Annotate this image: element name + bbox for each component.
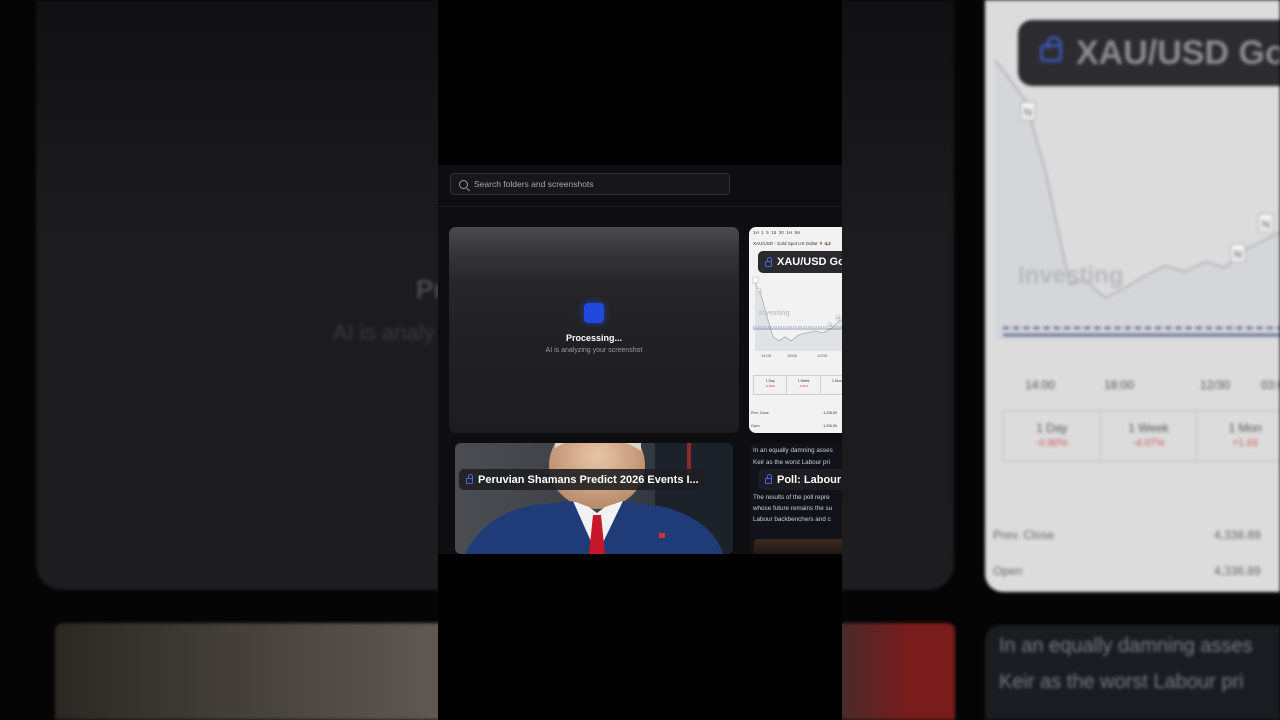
bg-text-line: In an equally damning asses [999, 635, 1253, 657]
bg-period-cell: 1 Day -0.90% [1004, 411, 1101, 461]
bg-period-cell: 1 Week -4.07% [1101, 411, 1198, 461]
bg-prev-close-label: Prev. Close [993, 528, 1055, 542]
processing-card[interactable]: Processing... AI is analyzing your scree… [449, 227, 739, 433]
bg-lock-icon [1040, 36, 1062, 62]
bg-dashed-line [1003, 327, 1280, 329]
bg-chart-title-pill: XAU/USD Go [1018, 20, 1280, 86]
lock-icon [466, 474, 473, 484]
svg-text:N: N [1234, 249, 1242, 261]
header-divider [438, 206, 842, 207]
svg-text:N: N [1024, 107, 1032, 119]
bg-time-label: 03:0 [1261, 378, 1280, 392]
bg-period-cell: 1 Mon +1.63 [1197, 411, 1280, 461]
app-panel: Processing... AI is analyzing your scree… [438, 0, 842, 720]
article-line: whose future remains the su [753, 505, 833, 512]
article-image [754, 539, 842, 554]
search-bar[interactable] [450, 173, 730, 195]
bg-time-label: 18:00 [1104, 378, 1135, 392]
news-photo [455, 443, 733, 554]
bg-text-line: Keir as the worst Labour pri [999, 671, 1244, 693]
chart-card-title: XAU/USD Go [777, 256, 842, 268]
bg-chart-card: N N N [985, 0, 1280, 592]
article-line: The results of the poll repre [753, 494, 830, 501]
bg-chart-title: XAU/USD Go [1076, 33, 1280, 72]
bg-open-label: Open [993, 564, 1023, 578]
bg-text-card: In an equally damning asses Keir as the … [985, 625, 1280, 720]
processing-spinner-icon [584, 303, 604, 323]
bg-processing-subtitle: AI is analy [333, 320, 435, 345]
bg-solid-line [1003, 334, 1280, 336]
article-line: Labour backbenchers and c [753, 516, 831, 523]
photo-card-title-pill: Peruvian Shamans Predict 2026 Events I..… [459, 469, 704, 490]
processing-subtitle: AI is analyzing your screenshot [545, 347, 643, 354]
screenshot-library: Processing... AI is analyzing your scree… [438, 165, 842, 554]
screenshot-card-gold-chart[interactable]: 1H 1 5 15 30 1H 5H XAU/USD - Gold Spot U… [749, 227, 842, 433]
chart-period-cell: 1 Day -0.90% [754, 376, 788, 394]
chart-watermark: Investing [759, 310, 790, 317]
chart-pair-label: XAU/USD - Gold Spot US Dollar ▼ 4,2 [753, 241, 831, 246]
bg-period-table: 1 Day -0.90% 1 Week -4.07% 1 Mon +1.63 [1003, 410, 1280, 462]
bg-open-value: 4,336.89 [1214, 564, 1261, 578]
chart-time-label: 12/30 [817, 353, 828, 358]
article-line: In an equally damning asses [753, 447, 833, 454]
text-card-title-pill: Poll: Labour [758, 469, 842, 490]
chart-plot: N N N Investing 14:00 18:00 12/30 [752, 276, 842, 358]
chart-toolbar: 1H 1 5 15 30 1H 5H [753, 230, 801, 235]
chart-title-pill: XAU/USD Go [758, 251, 842, 273]
chart-period-cell: 1 Mon [821, 376, 842, 394]
screenshot-card-peruvian-shamans[interactable]: Peruvian Shamans Predict 2026 Events I..… [455, 443, 733, 554]
bg-time-label: 12/30 [1200, 378, 1231, 392]
processing-title: Processing... [565, 333, 623, 343]
text-card-title: Poll: Labour [777, 473, 842, 486]
lock-icon [765, 474, 772, 484]
search-input[interactable] [474, 179, 714, 189]
chart-time-label: 18:00 [787, 353, 798, 358]
chart-open-row: Open 4,336.89 [751, 424, 837, 428]
article-line: Keir as the worst Labour pri [753, 459, 830, 466]
photo-card-title: Peruvian Shamans Predict 2026 Events I..… [478, 473, 699, 486]
chart-time-label: 14:00 [761, 353, 772, 358]
bg-prev-close-value: 4,338.89 [1214, 528, 1261, 542]
chart-prev-close-row: Prev. Close 4,338.89 [751, 411, 837, 415]
lock-icon [765, 256, 772, 267]
chart-period-table: 1 Day -0.90% 1 Week -4.07% 1 Mon [753, 375, 842, 395]
bg-time-label: 14:00 [1025, 378, 1056, 392]
svg-text:N: N [1262, 219, 1270, 231]
bg-watermark: Investing [1018, 262, 1124, 289]
screenshot-card-labour-poll[interactable]: In an equally damning asses Keir as the … [749, 443, 842, 554]
chart-period-cell: 1 Week -4.07% [787, 376, 821, 394]
search-icon [459, 179, 468, 189]
